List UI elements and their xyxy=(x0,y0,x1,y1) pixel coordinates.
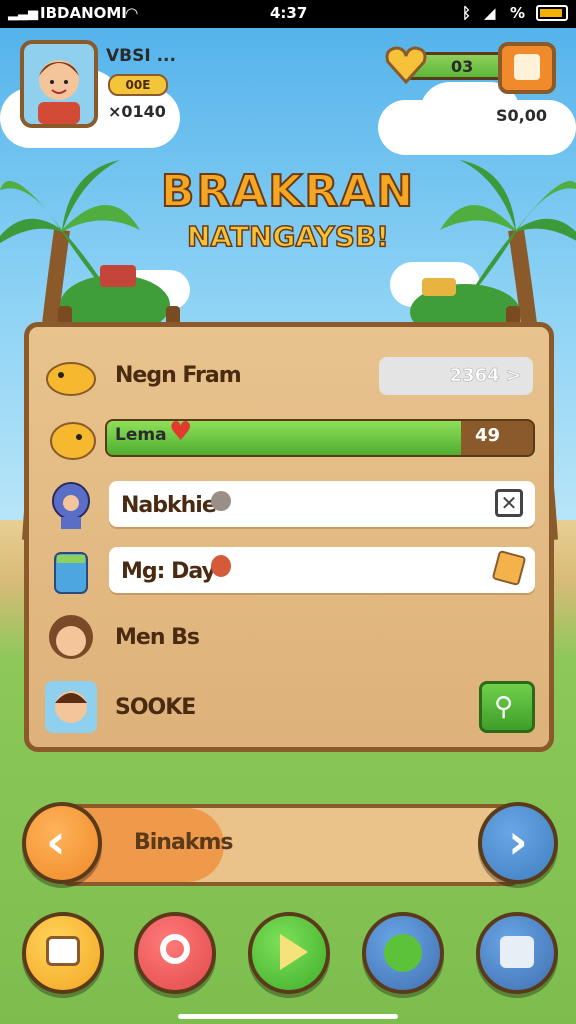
bush-left xyxy=(60,265,170,325)
nav-camera-button[interactable] xyxy=(22,912,104,994)
girl-avatar-icon xyxy=(49,615,93,659)
player-name: VBSI ... xyxy=(106,46,176,66)
pager-label: Binakms xyxy=(134,830,233,855)
player-avatar[interactable] xyxy=(20,40,98,128)
row-4-label: Mg: Day xyxy=(121,559,216,584)
menu-row-2[interactable]: Lema ♥ 49 xyxy=(29,411,549,471)
row-2-label: Lema xyxy=(115,425,167,445)
status-bar: ▂▃▅ IBDANOMI ◠ 4:37 ᛒ ◢ % xyxy=(0,0,576,28)
menu-row-4[interactable]: Mg: Day xyxy=(29,543,549,603)
bluetooth-icon: ᛒ xyxy=(462,4,472,22)
menu-row-3[interactable]: Nabkhie ✕ xyxy=(29,477,549,537)
nav-world-button[interactable] xyxy=(362,912,444,994)
heart-small-icon: ♥ xyxy=(169,417,193,447)
camera-icon xyxy=(46,936,80,966)
battery-percent: % xyxy=(510,4,526,22)
gear-icon xyxy=(500,936,534,968)
nav-search-button[interactable] xyxy=(134,912,216,994)
chevron-left-icon: ‹ xyxy=(46,814,66,870)
chevron-right-icon: › xyxy=(508,814,528,870)
fishing-rod-icon: ⚲ xyxy=(494,692,514,722)
shop-button[interactable] xyxy=(498,42,556,94)
magnifier-icon xyxy=(160,934,190,964)
menu-row-6[interactable]: SOOKE ⚲ xyxy=(29,679,549,739)
menu-row-5[interactable]: Men Bs xyxy=(29,609,549,669)
home-indicator xyxy=(178,1014,398,1019)
fishing-button[interactable]: ⚲ xyxy=(479,681,535,733)
heart-icon xyxy=(385,46,427,85)
player-level-badge: 00E xyxy=(108,74,168,96)
dog-icon xyxy=(50,422,96,460)
gift-icon xyxy=(514,54,540,80)
bush-right xyxy=(410,278,520,330)
network-icon: ◢ xyxy=(484,4,496,22)
currency-count: 03 xyxy=(451,57,474,76)
row-2-value: 49 xyxy=(475,425,501,446)
close-button[interactable]: ✕ xyxy=(495,489,523,517)
signal-icon: ▂▃▅ xyxy=(8,6,38,21)
next-button[interactable]: › xyxy=(478,802,558,884)
nav-play-button[interactable] xyxy=(248,912,330,994)
row-1-value: 2364 > xyxy=(449,365,521,387)
menu-board: Negn Fram 2364 > Lema ♥ 49 Nabkhie ✕ Mg:… xyxy=(24,322,554,752)
gold-amount: S0,00 xyxy=(496,106,547,125)
apple-icon xyxy=(211,555,231,577)
row-6-label: SOOKE xyxy=(115,695,196,720)
game-title: BRAKRAN xyxy=(160,165,416,218)
previous-button[interactable]: ‹ xyxy=(22,802,102,884)
battery-icon xyxy=(536,5,568,21)
globe-icon xyxy=(384,934,422,972)
chick-icon xyxy=(46,362,96,396)
row-1-value-chip[interactable]: 2364 > xyxy=(379,357,533,395)
nav-settings-button[interactable] xyxy=(476,912,558,994)
game-subtitle: NATNGAYSB! xyxy=(186,219,390,254)
row-1-label: Negn Fram xyxy=(115,363,242,388)
avatar-face-icon xyxy=(38,60,80,124)
pin-icon xyxy=(211,491,231,511)
player-coins: ×0140 xyxy=(108,102,166,121)
cup-icon xyxy=(54,552,88,594)
row-5-label: Men Bs xyxy=(115,625,200,650)
row-3-label: Nabkhie xyxy=(121,493,217,518)
boy-avatar-icon xyxy=(45,681,97,733)
carrier-label: IBDANOMI xyxy=(40,4,127,22)
ninja-icon xyxy=(52,482,90,529)
wifi-icon: ◠ xyxy=(126,4,138,22)
menu-row-1[interactable]: Negn Fram 2364 > xyxy=(29,347,549,407)
clock-label: 4:37 xyxy=(270,4,308,22)
play-icon xyxy=(280,934,308,970)
